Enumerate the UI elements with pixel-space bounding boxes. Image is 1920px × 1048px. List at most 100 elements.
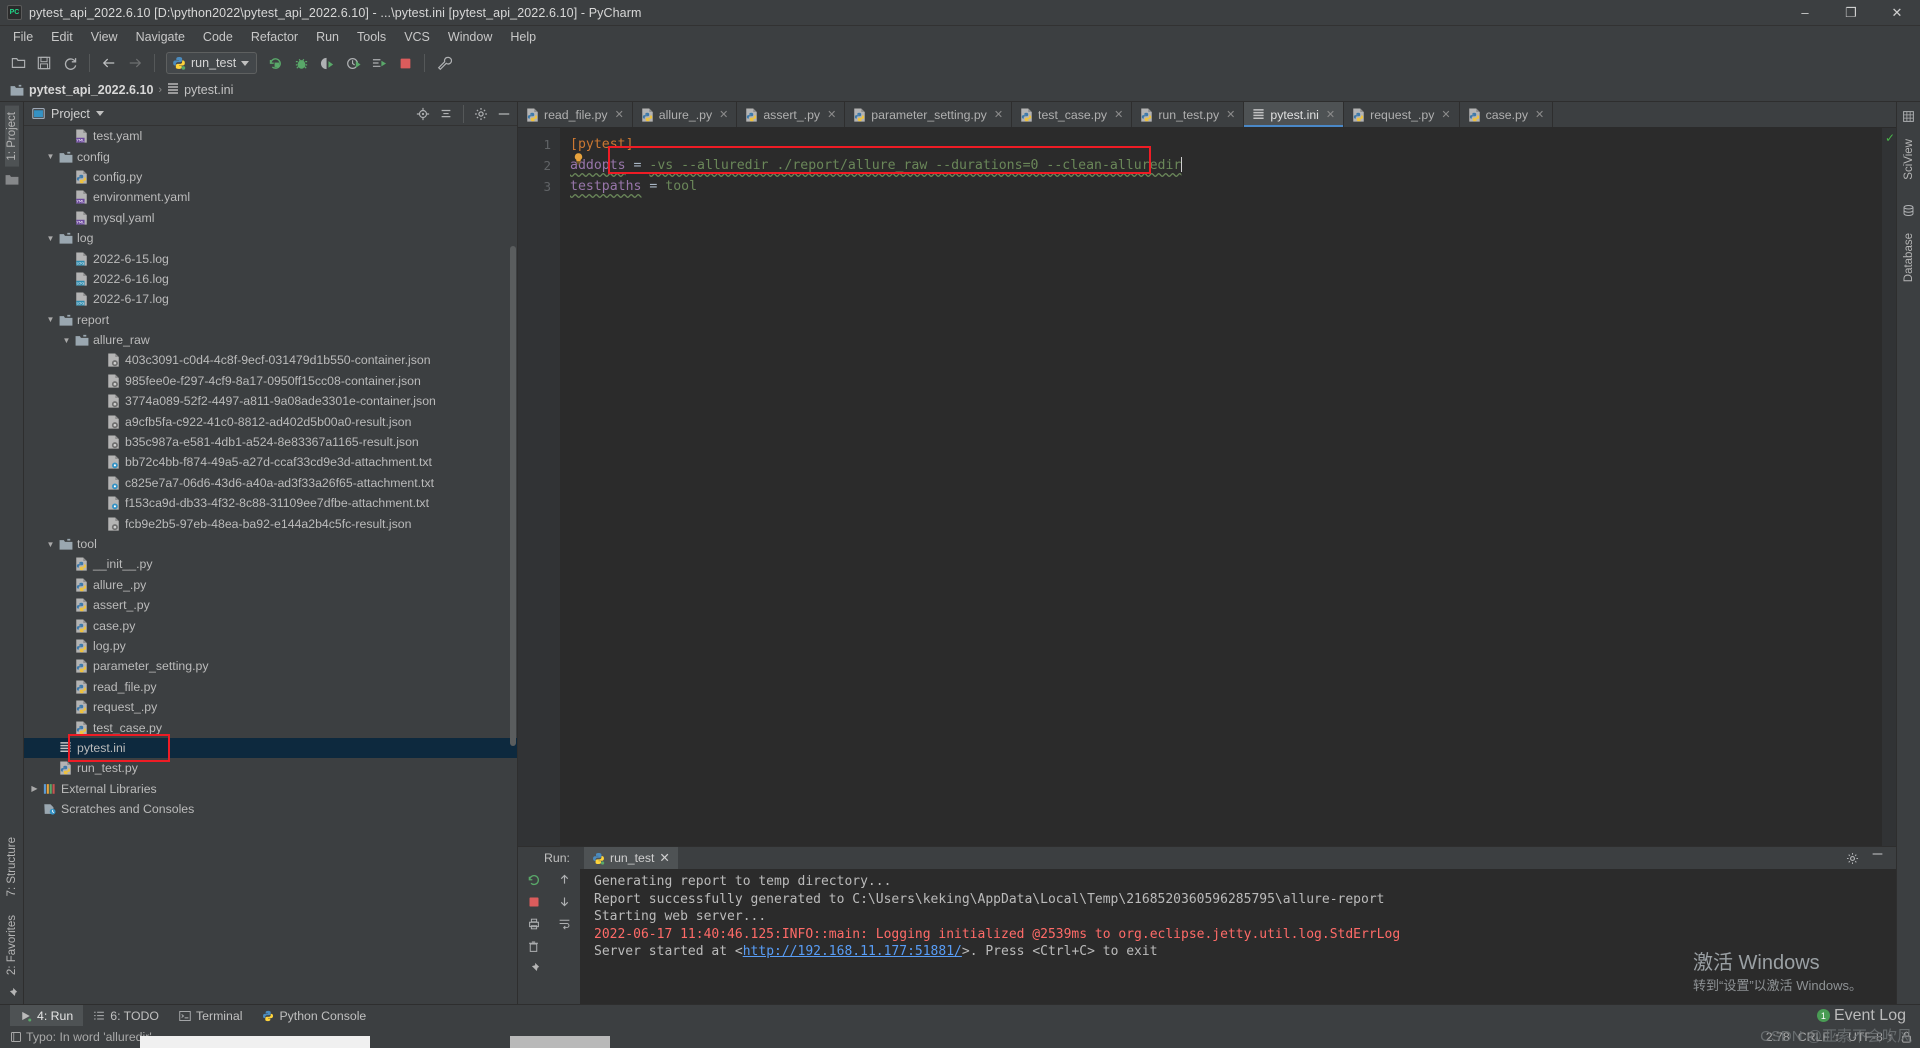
tree-item[interactable]: log.py — [24, 636, 517, 656]
tree-item[interactable]: LOG 2022-6-16.log — [24, 269, 517, 289]
menu-run[interactable]: Run — [307, 27, 348, 47]
menu-view[interactable]: View — [82, 27, 127, 47]
menu-tools[interactable]: Tools — [348, 27, 395, 47]
tree-item[interactable]: allure_.py — [24, 575, 517, 595]
code-editor[interactable]: [pytest] addopts = -vs --alluredir ./rep… — [560, 128, 1896, 846]
close-icon[interactable]: ✕ — [1535, 108, 1544, 121]
tree-item[interactable]: assert_.py — [24, 595, 517, 615]
tree-item[interactable]: bb72c4bb-f874-49a5-a27d-ccaf33cd9e3d-att… — [24, 452, 517, 472]
pin-icon-run[interactable] — [527, 962, 540, 975]
tree-item[interactable]: parameter_setting.py — [24, 656, 517, 676]
print-icon[interactable] — [527, 917, 541, 931]
sidebar-item-project[interactable]: 1: Project — [4, 106, 19, 167]
caret-position[interactable]: 2:78 — [1766, 1030, 1790, 1044]
coverage-icon[interactable] — [315, 51, 339, 75]
project-folder-icon[interactable] — [5, 173, 19, 185]
tree-item[interactable]: c825e7a7-06d6-43d6-a40a-ad3f33a26f65-att… — [24, 473, 517, 493]
editor-inspection-strip[interactable]: ✓ — [1882, 128, 1896, 846]
close-icon[interactable]: ✕ — [827, 108, 836, 121]
save-all-icon[interactable] — [32, 51, 56, 75]
tree-item[interactable]: LOG 2022-6-17.log — [24, 289, 517, 309]
tree-item[interactable]: 403c3091-c0d4-4c8f-9ecf-031479d1b550-con… — [24, 350, 517, 370]
menu-vcs[interactable]: VCS — [395, 27, 439, 47]
tree-item[interactable]: YML mysql.yaml — [24, 208, 517, 228]
stop-icon[interactable] — [393, 51, 417, 75]
chevron-right-icon[interactable]: ▶ — [28, 784, 41, 793]
tree-item-selected[interactable]: pytest.ini — [24, 737, 517, 759]
event-log-button[interactable]: 1 Event Log — [1816, 1007, 1920, 1025]
inspection-status[interactable]: Typo: In word 'alluredir' — [10, 1030, 152, 1044]
sidebar-item-favorites[interactable]: 2: Favorites — [5, 909, 19, 981]
tree-item[interactable]: test_case.py — [24, 717, 517, 737]
editor-tab-run-test-py[interactable]: run_test.py ✕ — [1132, 102, 1245, 127]
tree-item[interactable]: case.py — [24, 615, 517, 635]
menu-code[interactable]: Code — [194, 27, 242, 47]
tree-item[interactable]: __init__.py — [24, 554, 517, 574]
sciview-grid-icon[interactable] — [1902, 110, 1915, 123]
close-icon[interactable]: ✕ — [659, 851, 669, 865]
tree-item[interactable]: b35c987a-e581-4db1-a524-8e83367a1165-res… — [24, 432, 517, 452]
run-tab-run-test[interactable]: run_test ✕ — [583, 847, 678, 869]
back-arrow-icon[interactable] — [97, 51, 121, 75]
open-folder-icon[interactable] — [6, 51, 30, 75]
close-button[interactable]: ✕ — [1874, 0, 1920, 26]
close-icon[interactable]: ✕ — [1114, 108, 1123, 121]
tree-item[interactable]: YML test.yaml — [24, 126, 517, 146]
close-icon[interactable]: ✕ — [719, 108, 728, 121]
editor-tab-pytest-ini[interactable]: pytest.ini ✕ — [1244, 102, 1345, 127]
close-icon[interactable]: ✕ — [1326, 108, 1335, 121]
gear-icon[interactable] — [474, 107, 488, 121]
menu-file[interactable]: File — [4, 27, 42, 47]
rerun-icon[interactable] — [263, 51, 287, 75]
scroll-down-icon[interactable] — [558, 895, 571, 908]
pin-icon[interactable] — [5, 987, 18, 1000]
rerun-icon[interactable] — [527, 873, 541, 887]
tree-item[interactable]: 985fee0e-f297-4cf9-8a17-0950ff15cc08-con… — [24, 371, 517, 391]
encoding-selector[interactable]: UTF-8 ↕ — [1848, 1030, 1893, 1044]
allure-report-link[interactable]: http://192.168.11.177:51881/ — [743, 944, 962, 959]
line-separator-selector[interactable]: CRLF ↕ — [1798, 1030, 1840, 1044]
editor-tab-allure--py[interactable]: allure_.py ✕ — [632, 102, 738, 127]
bottom-tab-python-console[interactable]: Python Console — [252, 1005, 376, 1027]
tree-item[interactable]: f153ca9d-db33-4f32-8c88-31109ee7dfbe-att… — [24, 493, 517, 513]
menu-refactor[interactable]: Refactor — [242, 27, 307, 47]
chevron-down-icon[interactable] — [241, 60, 250, 66]
project-tree-scrollbar[interactable] — [510, 246, 516, 746]
bottom-tab-run[interactable]: 4: Run — [10, 1004, 84, 1027]
project-file-tree[interactable]: YML test.yaml ▼ config config.py YML environme… — [24, 126, 517, 1004]
tree-item[interactable]: a9cfb5fa-c922-41c0-8812-ad402d5b00a0-res… — [24, 411, 517, 431]
settings-wrench-icon[interactable] — [432, 51, 456, 75]
chevron-down-icon[interactable]: ▼ — [44, 540, 57, 549]
tree-item[interactable]: config.py — [24, 167, 517, 187]
menu-help[interactable]: Help — [501, 27, 545, 47]
close-icon[interactable]: ✕ — [615, 108, 624, 121]
menu-edit[interactable]: Edit — [42, 27, 82, 47]
tree-item[interactable]: ▼ allure_raw — [24, 330, 517, 350]
tree-item[interactable]: LOG 2022-6-15.log — [24, 248, 517, 268]
tree-item[interactable]: request_.py — [24, 697, 517, 717]
tree-item[interactable]: run_test.py — [24, 758, 517, 778]
soft-wrap-icon[interactable] — [558, 917, 571, 930]
run-console-output[interactable]: Generating report to temp directory... Re… — [580, 869, 1896, 1004]
tree-item[interactable]: 3774a089-52f2-4497-a811-9a08ade3301e-con… — [24, 391, 517, 411]
tree-item[interactable]: read_file.py — [24, 677, 517, 697]
chevron-down-icon[interactable]: ▼ — [44, 234, 57, 243]
warning-bulb-icon[interactable] — [572, 152, 585, 165]
breadcrumb-file[interactable]: pytest.ini — [167, 83, 233, 97]
sidebar-item-sciview[interactable]: SciView — [1902, 133, 1916, 186]
close-icon[interactable]: ✕ — [1441, 108, 1450, 121]
run-configuration-selector[interactable]: run_test — [166, 52, 258, 74]
debug-icon[interactable] — [289, 51, 313, 75]
project-panel-chevron-down-icon[interactable] — [95, 111, 104, 116]
hide-icon[interactable] — [497, 112, 511, 116]
locate-icon[interactable] — [416, 107, 430, 121]
bottom-tab-terminal[interactable]: Terminal — [169, 1005, 252, 1027]
close-icon[interactable]: ✕ — [1226, 108, 1235, 121]
sync-icon[interactable] — [58, 51, 82, 75]
stop-icon[interactable] — [528, 896, 540, 908]
sidebar-item-structure[interactable]: 7: Structure — [5, 831, 19, 902]
tree-item[interactable]: Scratches and Consoles — [24, 799, 517, 819]
tree-item[interactable]: ▼ report — [24, 310, 517, 330]
editor-tab-request--py[interactable]: request_.py ✕ — [1344, 102, 1460, 127]
chevron-down-icon[interactable]: ▼ — [44, 152, 57, 161]
